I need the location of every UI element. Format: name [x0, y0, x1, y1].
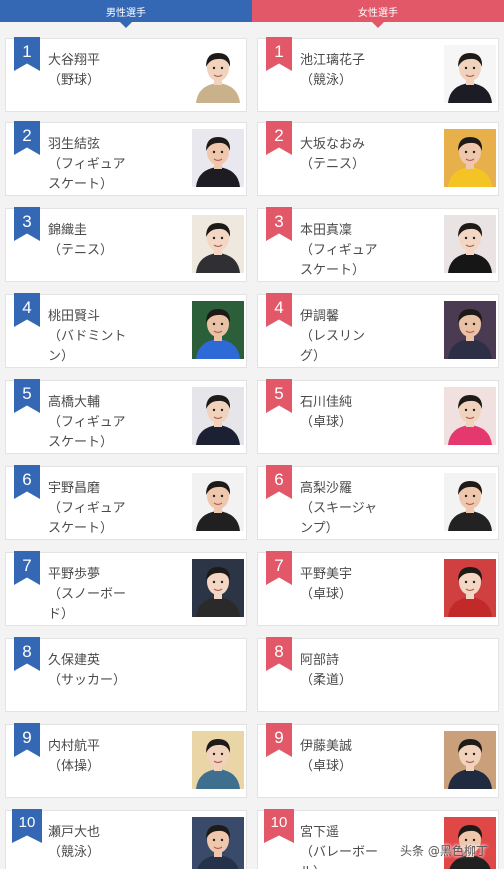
athlete-name: 高梨沙羅 （スキージャ ンプ）	[300, 481, 378, 536]
athlete-photo	[444, 301, 496, 359]
gender-tab-header: 男性選手 女性選手	[0, 0, 504, 28]
athlete-photo	[444, 129, 496, 187]
athlete-name: 羽生結弦 （フィギュア スケート）	[48, 137, 126, 192]
female-athlete-card-5[interactable]: 5 石川佳純 （卓球）	[257, 379, 499, 454]
rank-badge: 7	[266, 551, 292, 585]
athlete-photo	[192, 817, 244, 869]
athlete-name: 阿部詩 （柔道）	[300, 653, 353, 688]
male-athlete-card-8[interactable]: 8 久保建英 （サッカー）	[5, 637, 247, 712]
rank-badge: 3	[14, 207, 40, 241]
tab-female-athletes[interactable]: 女性選手	[252, 0, 504, 28]
athlete-photo	[192, 215, 244, 273]
athlete-name: 伊藤美誠 （卓球）	[300, 739, 353, 774]
athlete-photo	[444, 215, 496, 273]
athlete-photo	[444, 473, 496, 531]
athlete-photo	[192, 473, 244, 531]
athlete-name: 池江璃花子 （競泳）	[300, 53, 366, 88]
male-athlete-card-7[interactable]: 7 平野歩夢 （スノーボー ド）	[5, 551, 247, 626]
tab-male-athletes[interactable]: 男性選手	[0, 0, 252, 28]
male-athlete-card-10[interactable]: 10 瀬戸大也 （競泳）	[5, 809, 247, 869]
male-athlete-card-1[interactable]: 1 大谷翔平 （野球）	[5, 37, 247, 112]
athlete-photo	[192, 129, 244, 187]
female-athlete-card-9[interactable]: 9 伊藤美誠 （卓球）	[257, 723, 499, 798]
female-athlete-card-3[interactable]: 3 本田真凜 （フィギュア スケート）	[257, 207, 499, 282]
athlete-photo	[192, 387, 244, 445]
rank-badge: 1	[14, 37, 40, 71]
male-athlete-card-4[interactable]: 4 桃田賢斗 （バドミント ン）	[5, 293, 247, 368]
rank-badge: 7	[14, 551, 40, 585]
rank-badge: 6	[266, 465, 292, 499]
male-athlete-card-3[interactable]: 3 錦織圭 （テニス）	[5, 207, 247, 282]
athlete-name: 大谷翔平 （野球）	[48, 53, 101, 88]
rank-badge: 2	[14, 121, 40, 155]
athlete-name: 平野歩夢 （スノーボー ド）	[48, 567, 127, 622]
athlete-photo	[192, 301, 244, 359]
rank-badge: 4	[14, 293, 40, 327]
watermark: 头条 @黑色柳丁	[400, 844, 488, 858]
rank-badge: 8	[14, 637, 40, 671]
athlete-name: 石川佳純 （卓球）	[300, 395, 353, 430]
rank-badge: 5	[266, 379, 292, 413]
athlete-name: 瀬戸大也 （競泳）	[48, 825, 101, 860]
rank-badge: 4	[266, 293, 292, 327]
athlete-photo	[192, 45, 244, 103]
rank-badge: 10	[264, 809, 294, 843]
athlete-photo	[444, 559, 496, 617]
athlete-name: 内村航平 （体操）	[48, 739, 101, 774]
female-athlete-card-6[interactable]: 6 高梨沙羅 （スキージャ ンプ）	[257, 465, 499, 540]
male-athlete-card-5[interactable]: 5 高橋大輔 （フィギュア スケート）	[5, 379, 247, 454]
male-athlete-card-6[interactable]: 6 宇野昌磨 （フィギュア スケート）	[5, 465, 247, 540]
rank-badge: 6	[14, 465, 40, 499]
athlete-name: 桃田賢斗 （バドミント ン）	[48, 309, 127, 364]
male-athlete-card-9[interactable]: 9 内村航平 （体操）	[5, 723, 247, 798]
rank-badge: 8	[266, 637, 292, 671]
athlete-name: 平野美宇 （卓球）	[300, 567, 353, 602]
rank-badge: 3	[266, 207, 292, 241]
athlete-name: 錦織圭 （テニス）	[48, 223, 114, 258]
female-athlete-card-7[interactable]: 7 平野美宇 （卓球）	[257, 551, 499, 626]
female-athlete-card-4[interactable]: 4 伊調馨 （レスリン グ）	[257, 293, 499, 368]
rank-badge: 5	[14, 379, 40, 413]
rank-badge: 2	[266, 121, 292, 155]
athlete-photo	[444, 387, 496, 445]
athlete-name: 久保建英 （サッカー）	[48, 653, 127, 688]
female-athlete-card-1[interactable]: 1 池江璃花子 （競泳）	[257, 37, 499, 112]
athlete-name: 伊調馨 （レスリン グ）	[300, 309, 366, 364]
athlete-name: 大坂なおみ （テニス）	[300, 137, 366, 172]
athlete-name: 宇野昌磨 （フィギュア スケート）	[48, 481, 126, 536]
female-athlete-card-10[interactable]: 10宮下遥 （バレーボー ル）	[257, 809, 499, 869]
rank-badge: 9	[14, 723, 40, 757]
female-athlete-card-8[interactable]: 8 阿部詩 （柔道）	[257, 637, 499, 712]
athlete-photo	[192, 559, 244, 617]
athlete-photo	[444, 731, 496, 789]
rank-badge: 1	[266, 37, 292, 71]
athlete-photo	[444, 45, 496, 103]
female-athlete-card-2[interactable]: 2 大坂なおみ （テニス）	[257, 121, 499, 196]
rank-badge: 10	[12, 809, 42, 843]
athlete-name: 高橋大輔 （フィギュア スケート）	[48, 395, 126, 450]
athlete-photo	[192, 731, 244, 789]
athlete-name: 本田真凜 （フィギュア スケート）	[300, 223, 378, 278]
male-athlete-card-2[interactable]: 2 羽生結弦 （フィギュア スケート）	[5, 121, 247, 196]
rank-badge: 9	[266, 723, 292, 757]
